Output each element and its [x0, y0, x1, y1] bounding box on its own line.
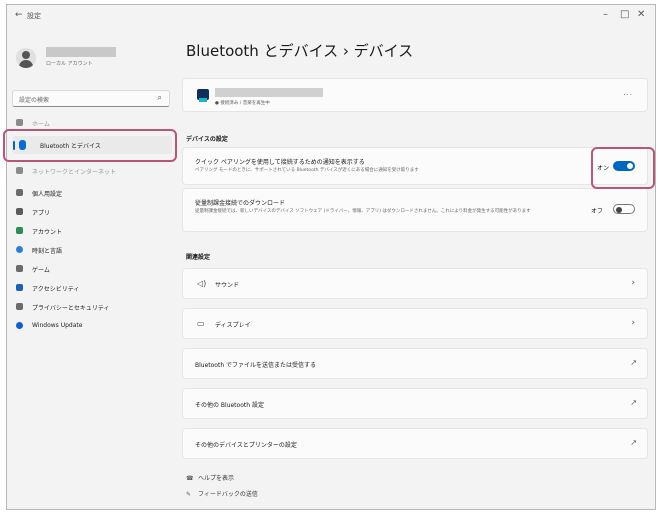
feedback-label: フィードバックの送信	[198, 491, 258, 498]
search-input[interactable]: 設定の検索 ⌕	[12, 90, 170, 107]
sidebar-item-label: 個人用設定	[32, 191, 63, 198]
back-button[interactable]: ←	[15, 10, 23, 20]
sidebar-item-label: 時刻と言語	[32, 248, 63, 255]
toggle-knob	[616, 206, 622, 213]
close-button[interactable]: ✕	[637, 9, 645, 20]
related-label: Bluetooth でファイルを送信または受信する	[195, 362, 317, 369]
person-icon	[16, 227, 23, 234]
window-title: 設定	[27, 12, 41, 20]
external-link-icon: ↗	[630, 358, 637, 367]
related-label: その他の Bluetooth 設定	[195, 402, 264, 409]
minimize-button[interactable]: –	[603, 9, 608, 20]
related-label: ディスプレイ	[215, 322, 251, 329]
sidebar-item-personalization[interactable]: 個人用設定	[12, 184, 172, 202]
sidebar-item-accounts[interactable]: アカウント	[12, 222, 172, 240]
avatar[interactable]	[16, 48, 36, 68]
user-name-redacted	[46, 47, 116, 57]
device-status: ● 接続済み / 音楽を再生中	[215, 101, 270, 106]
device-settings-header: デバイスの設定	[186, 136, 228, 143]
related-label: サウンド	[215, 282, 240, 289]
home-icon	[16, 119, 23, 126]
metered-download-description: 従量制課金接続では、新しいデバイスのデバイス ソフトウェア (ドライバー、情報、…	[195, 209, 531, 214]
metered-download-setting: 従量制課金接続でのダウンロード 従量制課金接続では、新しいデバイスのデバイス ソ…	[182, 188, 648, 232]
metered-download-toggle[interactable]	[613, 204, 635, 214]
sidebar-item-label: ホーム	[32, 121, 50, 128]
highlight-frame-toggle	[591, 147, 655, 189]
help-icon: ☎	[186, 475, 194, 482]
metered-download-state: オフ	[591, 208, 604, 215]
display-icon: ▭	[197, 319, 205, 328]
metered-download-title: 従量制課金接続でのダウンロード	[195, 200, 286, 207]
related-label: その他のデバイスとプリンターの設定	[195, 442, 297, 449]
sidebar-item-time-language[interactable]: 時刻と言語	[12, 241, 172, 259]
device-name-redacted	[215, 88, 323, 97]
chevron-right-icon: ›	[631, 278, 635, 288]
swift-pair-description: ペアリング モードのときに、サポートされている Bluetooth デバイスが近…	[195, 168, 419, 173]
sidebar-item-label: アカウント	[32, 229, 63, 236]
sidebar-item-label: Windows Update	[32, 322, 83, 329]
update-icon	[16, 322, 23, 329]
accessibility-icon	[16, 284, 23, 291]
account-type: ローカル アカウント	[46, 61, 93, 67]
device-card[interactable]: ● 接続済み / 音楽を再生中 ···	[182, 78, 648, 112]
feedback-icon: ✎	[186, 491, 192, 498]
search-icon: ⌕	[157, 93, 162, 102]
sidebar-item-accessibility[interactable]: アクセシビリティ	[12, 279, 172, 297]
sidebar-item-label: ネットワークとインターネット	[32, 169, 117, 176]
related-devices-printers[interactable]: その他のデバイスとプリンターの設定 ↗	[182, 428, 648, 459]
swift-pair-setting: クイック ペアリングを使用して接続するための通知を表示する ペアリング モードの…	[182, 147, 648, 185]
brush-icon	[16, 189, 23, 196]
help-link[interactable]: ☎ ヘルプを表示	[186, 473, 234, 482]
sidebar-item-apps[interactable]: アプリ	[12, 203, 172, 221]
wifi-icon	[16, 167, 23, 174]
speaker-icon: ◁)	[197, 279, 207, 288]
sidebar-item-label: プライバシーとセキュリティ	[32, 305, 110, 312]
help-label: ヘルプを表示	[198, 475, 235, 482]
page-title: Bluetooth とデバイス › デバイス	[186, 42, 414, 60]
globe-clock-icon	[16, 246, 23, 253]
external-link-icon: ↗	[630, 398, 637, 407]
sidebar-item-privacy[interactable]: プライバシーとセキュリティ	[12, 298, 172, 316]
sidebar-item-label: ゲーム	[32, 267, 50, 274]
device-icon-accent	[199, 98, 207, 102]
related-sound[interactable]: ◁) サウンド ›	[182, 268, 648, 299]
related-display[interactable]: ▭ ディスプレイ ›	[182, 308, 648, 339]
swift-pair-title: クイック ペアリングを使用して接続するための通知を表示する	[195, 159, 365, 166]
shield-icon	[16, 303, 23, 310]
sidebar-item-gaming[interactable]: ゲーム	[12, 260, 172, 278]
highlight-frame-sidebar	[3, 129, 177, 162]
maximize-button[interactable]: □	[620, 9, 629, 20]
sidebar-item-network[interactable]: ネットワークとインターネット	[12, 162, 172, 180]
sidebar-item-label: アクセシビリティ	[32, 286, 80, 293]
chevron-right-icon: ›	[631, 318, 635, 328]
apps-icon	[16, 208, 23, 215]
title-bar: ← 設定 – □ ✕	[7, 5, 655, 29]
external-link-icon: ↗	[630, 438, 637, 447]
related-settings-header: 関連設定	[186, 254, 211, 261]
more-options-button[interactable]: ···	[623, 91, 633, 99]
search-placeholder: 設定の検索	[19, 97, 50, 104]
feedback-link[interactable]: ✎ フィードバックの送信	[186, 489, 258, 498]
related-more-bluetooth-settings[interactable]: その他の Bluetooth 設定 ↗	[182, 388, 648, 419]
related-bluetooth-file-transfer[interactable]: Bluetooth でファイルを送信または受信する ↗	[182, 348, 648, 379]
sidebar-item-label: アプリ	[32, 210, 51, 217]
sidebar-item-windows-update[interactable]: Windows Update	[12, 317, 172, 335]
gamepad-icon	[16, 265, 23, 272]
